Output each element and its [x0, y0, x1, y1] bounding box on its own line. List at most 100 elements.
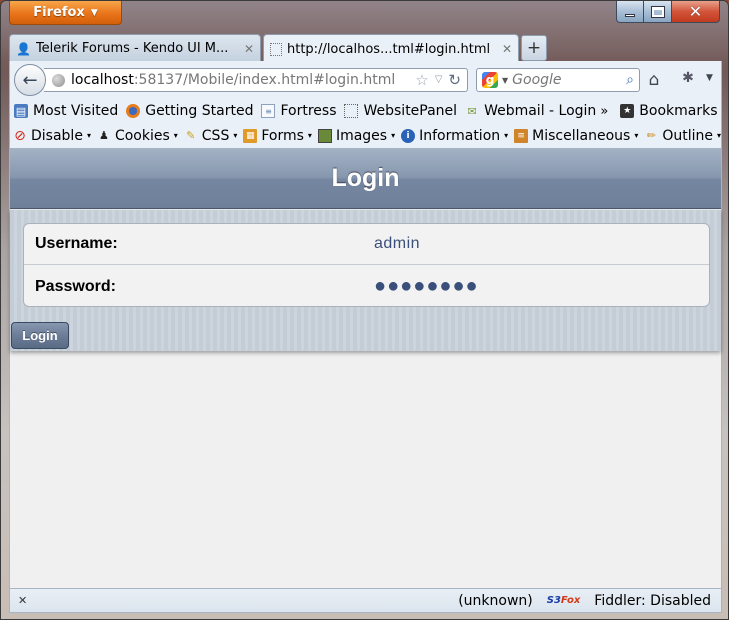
star-icon[interactable]: ☆	[415, 71, 428, 89]
url-host: localhost	[71, 72, 134, 88]
cookie-icon: ♟	[99, 129, 109, 142]
s3fox-fox-text: Fox	[560, 595, 581, 606]
bookmarks-menu-button[interactable]: ★ Bookmarks	[620, 103, 718, 119]
webdev-label: Disable	[31, 127, 83, 144]
password-label: Password:	[35, 277, 116, 295]
chevron-down-icon: ▼	[90, 7, 98, 18]
close-icon: ✕	[688, 2, 703, 21]
dropdown-arrow-icon: ▾	[716, 131, 721, 140]
web-developer-toolbar: ⊘ Disable ▾ ♟ Cookies ▾ ✎ CSS ▾ ▦ Forms ▾ Im…	[9, 123, 722, 149]
webdev-label: Outline	[662, 127, 713, 144]
username-field[interactable]	[374, 235, 694, 253]
page-header: Login	[10, 149, 721, 209]
webdev-images-menu[interactable]: Images ▾	[317, 127, 396, 144]
url-path: :58137/Mobile/index.html#login.html	[133, 72, 396, 88]
login-button[interactable]: Login	[11, 322, 69, 349]
browser-window: Firefox ▼ ✕ 👤 Telerik Forums - Kendo UI …	[0, 0, 729, 620]
bookmark-label: Getting Started	[145, 103, 254, 119]
page-title: Login	[331, 164, 400, 192]
home-button[interactable]: ⌂	[644, 70, 664, 90]
close-icon[interactable]: ✕	[18, 594, 27, 607]
back-arrow-icon: ←	[22, 69, 38, 91]
webdev-information-menu[interactable]: i Information ▾	[401, 128, 508, 144]
dropdown-arrow-icon: ▾	[173, 131, 178, 140]
plus-icon: +	[526, 38, 542, 58]
bookmarks-toolbar: ▤ Most Visited Getting Started ≡ Fortres…	[9, 99, 722, 123]
dropdown-arrow-icon: ▾	[233, 131, 238, 140]
fiddler-status[interactable]: Fiddler: Disabled	[594, 593, 711, 609]
url-text: localhost:58137/Mobile/index.html#login.…	[71, 72, 395, 88]
tab-strip: 👤 Telerik Forums - Kendo UI M... ✕ http:…	[9, 31, 722, 63]
outline-icon: ✏	[646, 129, 656, 142]
page-icon: ≡	[261, 104, 276, 118]
minimize-button[interactable]	[616, 1, 644, 23]
tab-close-icon[interactable]: ✕	[244, 42, 254, 56]
bookmark-label: Most Visited	[33, 103, 119, 119]
tab-title: http://localhos...tml#login.html	[287, 41, 491, 57]
info-icon: i	[401, 128, 416, 143]
chevron-down-icon: ▼	[706, 73, 713, 83]
tab-title: Telerik Forums - Kendo UI M...	[35, 41, 229, 56]
bookmark-websitepanel[interactable]: WebsitePanel	[344, 103, 457, 119]
maximize-icon	[650, 5, 665, 18]
webdev-label: Forms	[261, 127, 304, 144]
toolbar-menu-button[interactable]: ▼	[706, 73, 713, 83]
most-visited-icon: ▤	[14, 104, 28, 118]
more-bookmarks-chevron-icon[interactable]: »	[600, 104, 608, 119]
tab-telerik-forums[interactable]: 👤 Telerik Forums - Kendo UI M... ✕	[9, 34, 261, 62]
addon-button[interactable]: ✱	[678, 70, 698, 90]
bookmarks-menu-label: Bookmarks	[639, 103, 718, 119]
login-view: Username: Password: Login	[10, 210, 721, 351]
back-button[interactable]: ←	[14, 64, 46, 96]
webdev-label: Cookies	[114, 127, 170, 144]
dropdown-arrow-icon: ▾	[86, 131, 91, 140]
password-row: Password:	[24, 266, 709, 307]
dropdown-arrow-icon[interactable]: ▽	[435, 71, 443, 89]
webdev-miscellaneous-menu[interactable]: ≡ Miscellaneous ▾	[514, 128, 638, 144]
webdev-label: CSS	[201, 127, 230, 144]
bookmark-webmail[interactable]: ✉ Webmail - Login	[465, 103, 596, 119]
minimize-icon	[625, 13, 635, 17]
webdev-outline-menu[interactable]: ✏ Outline ▾	[644, 128, 721, 144]
login-form: Username: Password:	[23, 223, 710, 307]
password-field[interactable]	[374, 275, 694, 298]
tab-login[interactable]: http://localhos...tml#login.html ✕	[263, 34, 519, 63]
new-tab-button[interactable]: +	[521, 35, 547, 61]
dropdown-arrow-icon: ▾	[504, 131, 509, 140]
tab-close-icon[interactable]: ✕	[502, 42, 512, 56]
firefox-menu-label: Firefox	[33, 5, 85, 20]
firefox-icon	[126, 104, 141, 118]
webdev-cookies-menu[interactable]: ♟ Cookies ▾	[97, 128, 178, 144]
bookmark-label: Fortress	[280, 103, 337, 119]
webdev-disable-menu[interactable]: ⊘ Disable ▾	[13, 128, 91, 144]
blank-page-icon	[344, 104, 359, 118]
bookmark-getting-started[interactable]: Getting Started	[126, 103, 253, 119]
username-label: Username:	[35, 235, 118, 252]
bookmark-fortress[interactable]: ≡ Fortress	[261, 103, 336, 119]
title-bar: Firefox ▼ ✕	[1, 1, 728, 31]
chevron-down-icon[interactable]: ▼	[502, 76, 508, 85]
maximize-button[interactable]	[644, 1, 672, 23]
status-bar: ✕ (unknown) S3Fox Fiddler: Disabled	[9, 588, 722, 613]
close-window-button[interactable]: ✕	[672, 1, 720, 23]
dropdown-arrow-icon: ▾	[634, 131, 639, 140]
webdev-css-menu[interactable]: ✎ CSS ▾	[184, 127, 238, 144]
s3fox-button[interactable]: S3Fox	[547, 595, 581, 606]
url-actions: ☆ ▽ ↻	[415, 71, 467, 89]
url-bar[interactable]: localhost:58137/Mobile/index.html#login.…	[44, 68, 468, 92]
webdev-label: Images	[335, 127, 388, 144]
s3fox-s3-text: S3	[546, 595, 561, 606]
bookmark-most-visited[interactable]: ▤ Most Visited	[14, 103, 118, 119]
reload-icon[interactable]: ↻	[448, 71, 461, 89]
home-icon: ⌂	[648, 70, 660, 90]
bookmark-star-icon: ★	[620, 104, 635, 118]
person-icon: 👤	[16, 41, 31, 56]
webdev-forms-menu[interactable]: ▦ Forms ▾	[243, 128, 312, 144]
bug-icon: ✱	[682, 70, 694, 86]
search-icon[interactable]: ⌕	[626, 72, 634, 88]
dropdown-arrow-icon: ▾	[391, 131, 396, 140]
firefox-menu-button[interactable]: Firefox ▼	[9, 1, 122, 25]
search-input[interactable]: Google	[512, 72, 622, 88]
search-bar[interactable]: g ▼ Google ⌕	[476, 68, 640, 92]
images-icon	[317, 128, 332, 143]
